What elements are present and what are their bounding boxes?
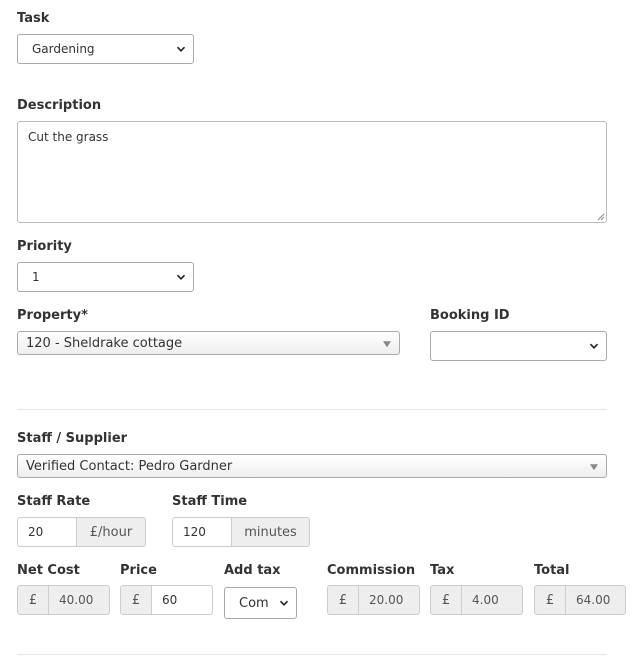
chevron-down-icon bbox=[176, 274, 186, 280]
booking-id-select[interactable] bbox=[430, 331, 607, 361]
tax-label: Tax bbox=[430, 563, 455, 578]
chevron-down-icon bbox=[176, 46, 186, 52]
task-label: Task bbox=[17, 11, 50, 26]
property-label: Property* bbox=[17, 308, 88, 323]
currency-symbol: £ bbox=[17, 585, 49, 615]
staff-time-unit: minutes bbox=[231, 517, 310, 547]
priority-label: Priority bbox=[17, 239, 72, 254]
property-select-value: 120 - Sheldrake cottage bbox=[26, 335, 183, 351]
booking-id-label: Booking ID bbox=[430, 308, 510, 323]
net-cost-value: 40.00 bbox=[49, 585, 110, 615]
commission-value: 20.00 bbox=[359, 585, 420, 615]
section-divider bbox=[17, 409, 607, 410]
currency-symbol: £ bbox=[430, 585, 462, 615]
caret-down-icon bbox=[383, 341, 391, 348]
net-cost-group: £ 40.00 bbox=[17, 585, 110, 615]
total-label: Total bbox=[534, 563, 570, 578]
chevron-down-icon bbox=[279, 600, 289, 606]
total-value: 64.00 bbox=[566, 585, 626, 615]
currency-symbol: £ bbox=[327, 585, 359, 615]
staff-rate-group: 20 £/hour bbox=[17, 517, 146, 547]
commission-label: Commission bbox=[327, 563, 416, 578]
price-label: Price bbox=[120, 563, 157, 578]
net-cost-label: Net Cost bbox=[17, 563, 80, 578]
total-group: £ 64.00 bbox=[534, 585, 626, 615]
currency-symbol: £ bbox=[120, 585, 152, 615]
task-select-value: Gardening bbox=[32, 42, 95, 56]
staff-time-group: 120 minutes bbox=[172, 517, 310, 547]
staff-rate-label: Staff Rate bbox=[17, 494, 91, 509]
property-select[interactable]: 120 - Sheldrake cottage bbox=[17, 331, 400, 355]
section-divider bbox=[17, 654, 607, 655]
caret-down-icon bbox=[590, 464, 598, 471]
resize-grip-icon[interactable] bbox=[596, 212, 605, 221]
staff-time-label: Staff Time bbox=[172, 494, 248, 509]
chevron-down-icon bbox=[589, 343, 599, 349]
tax-value: 4.00 bbox=[462, 585, 523, 615]
add-tax-select[interactable]: Com bbox=[224, 587, 297, 619]
priority-select-value: 1 bbox=[32, 270, 40, 284]
staff-supplier-select[interactable]: Verified Contact: Pedro Gardner bbox=[17, 454, 607, 478]
currency-symbol: £ bbox=[534, 585, 566, 615]
staff-rate-unit: £/hour bbox=[76, 517, 146, 547]
staff-supplier-label: Staff / Supplier bbox=[17, 431, 128, 446]
add-tax-select-value: Com bbox=[239, 595, 269, 611]
commission-group: £ 20.00 bbox=[327, 585, 420, 615]
task-select[interactable]: Gardening bbox=[17, 34, 194, 64]
description-textarea[interactable]: Cut the grass bbox=[17, 121, 607, 223]
price-input[interactable]: 60 bbox=[152, 585, 213, 615]
description-label: Description bbox=[17, 98, 102, 113]
tax-group: £ 4.00 bbox=[430, 585, 523, 615]
description-text: Cut the grass bbox=[28, 130, 109, 144]
priority-select[interactable]: 1 bbox=[17, 262, 194, 292]
staff-rate-input[interactable]: 20 bbox=[17, 517, 76, 547]
staff-time-input[interactable]: 120 bbox=[172, 517, 231, 547]
add-tax-label: Add tax bbox=[224, 563, 281, 578]
price-group: £ 60 bbox=[120, 585, 213, 615]
staff-supplier-select-value: Verified Contact: Pedro Gardner bbox=[26, 458, 233, 474]
